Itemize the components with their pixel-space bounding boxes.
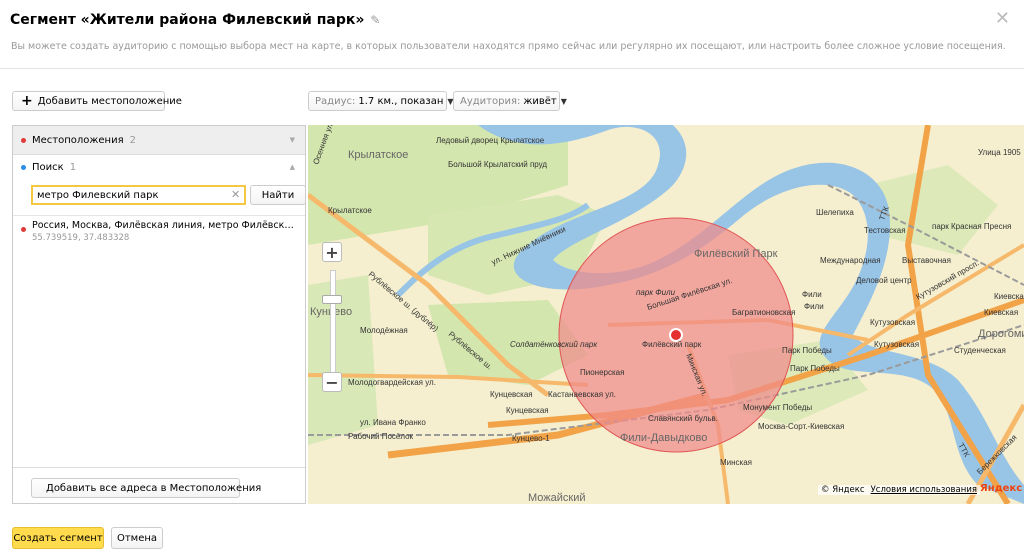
map-label: парк Красная Пресня — [932, 222, 1011, 231]
search-count: 1 — [69, 161, 77, 173]
red-dot-icon — [21, 227, 26, 232]
divider — [0, 68, 1024, 69]
close-icon[interactable]: ✕ — [995, 8, 1010, 29]
map-label: Ледовый дворец Крылатское — [436, 136, 545, 145]
zoom-in-button[interactable]: + — [322, 242, 342, 262]
map-label: Кутузовская — [874, 340, 919, 349]
map-copyright: © Яндекс Условия использования — [818, 485, 980, 495]
collapse-up-icon[interactable]: ▲ — [290, 163, 295, 171]
map-label: Кутузовская — [870, 318, 915, 327]
map-label: Парк Победы — [790, 364, 840, 373]
map-label: Крылатское — [328, 206, 372, 215]
add-location-button[interactable]: + Добавить местоположение — [12, 91, 182, 111]
chevron-down-icon: ▼ — [560, 96, 567, 106]
locations-panel: Местоположения 2 ▼ Поиск 1 ▲ ✕ Найти Рос… — [12, 125, 306, 504]
map-label: Минская — [720, 458, 752, 467]
result-coords: 55.739519, 37.483328 — [32, 233, 130, 243]
yandex-logo: Яндекс — [980, 483, 1023, 494]
map-label: ул. Ивана Франко — [360, 418, 426, 427]
map-label: Фили — [804, 302, 824, 311]
map-label: Фили-Давыдково — [620, 432, 707, 444]
locations-label: Местоположения — [32, 134, 124, 146]
map-label: Солдатёнковский парк — [510, 340, 598, 349]
map-label: Кунцевская — [506, 406, 549, 415]
locations-header[interactable]: Местоположения 2 ▼ — [13, 126, 305, 155]
map-label: Шелепиха — [816, 208, 854, 217]
clear-icon[interactable]: ✕ — [231, 188, 240, 201]
create-segment-button[interactable]: Создать сегмент — [12, 527, 104, 549]
pencil-icon[interactable]: ✎ — [370, 13, 380, 27]
map-label: Улица 1905 — [978, 148, 1021, 157]
divider — [13, 467, 305, 468]
map-label: Фили — [802, 290, 822, 299]
locations-count: 2 — [129, 134, 136, 146]
map-label: Рабочий Посёлок — [348, 432, 414, 441]
result-address: Россия, Москва, Филёвская линия, метро Ф… — [32, 220, 294, 231]
cancel-button[interactable]: Отмена — [111, 527, 163, 549]
zoom-out-button[interactable]: − — [322, 372, 342, 392]
search-input[interactable] — [31, 185, 246, 205]
map-label: Парк Победы — [782, 346, 832, 355]
page-subtitle: Вы можете создать аудиторию с помощью вы… — [11, 41, 1006, 52]
map-label: Можайский — [528, 492, 586, 504]
zoom-slider-track[interactable] — [330, 270, 336, 377]
map-label: Филёвский парк — [642, 340, 702, 349]
add-location-label: Добавить местоположение — [37, 95, 182, 107]
map-label: Крылатское — [348, 149, 408, 161]
search-row: ✕ Найти — [31, 185, 307, 207]
terms-link[interactable]: Условия использования — [871, 485, 977, 495]
radius-label: Радиус: — [315, 95, 356, 107]
map-label: Киевская — [994, 292, 1024, 301]
search-header[interactable]: Поиск 1 ▲ — [13, 155, 305, 179]
segment-title-text: Сегмент «Жители района Филевский парк» — [10, 12, 365, 28]
map-label: Международная — [820, 256, 881, 265]
map-label: Тестовская — [864, 226, 906, 235]
map-canvas[interactable]: Крылатское Крылатское Ледовый дворец Кры… — [308, 125, 1024, 504]
map-label: Багратионовская — [732, 308, 795, 317]
plus-icon: + — [21, 93, 33, 109]
audience-value: живёт — [523, 95, 557, 107]
search-result-item[interactable]: Россия, Москва, Филёвская линия, метро Ф… — [13, 220, 305, 243]
radius-select[interactable]: Радиус: 1.7 км., показан ▼ — [308, 91, 454, 111]
page-title: Сегмент «Жители района Филевский парк» ✎ — [10, 12, 380, 28]
audience-select[interactable]: Аудитория: живёт ▼ — [453, 91, 567, 111]
map-label: Большой Крылатский пруд — [448, 160, 547, 169]
map-label: Молодёжная — [360, 326, 408, 335]
red-dot-icon — [21, 137, 26, 143]
collapse-down-icon[interactable]: ▼ — [290, 136, 295, 144]
map-label: Выставочная — [902, 256, 951, 265]
map-label: Славянский бульв. — [648, 414, 718, 423]
add-all-label: Добавить все адреса в Местоположения — [46, 482, 262, 494]
map-label: Киевская — [984, 308, 1018, 317]
zoom-slider-handle[interactable] — [322, 295, 342, 304]
map-label: Кунцево-1 — [512, 434, 550, 443]
audience-label: Аудитория: — [460, 95, 521, 107]
map-label: Пионерская — [580, 368, 624, 377]
find-button[interactable]: Найти — [250, 185, 306, 205]
map-label: Кунцевская — [490, 390, 533, 399]
blue-dot-icon — [21, 164, 26, 170]
map-label: Кастанаевская ул. — [548, 390, 616, 399]
map[interactable]: Крылатское Крылатское Ледовый дворец Кры… — [308, 125, 1024, 504]
map-label: Студенческая — [954, 346, 1006, 355]
map-label: Молодогвардейская ул. — [348, 378, 436, 387]
divider — [13, 215, 305, 216]
radius-value: 1.7 км., показан — [358, 95, 444, 107]
map-label: Москва-Сорт.-Киевская — [758, 422, 844, 431]
copyright-text: © Яндекс — [821, 485, 865, 495]
map-label: Деловой центр — [856, 276, 912, 285]
add-all-addresses-button[interactable]: Добавить все адреса в Местоположения — [31, 478, 261, 498]
search-label: Поиск — [32, 161, 64, 173]
map-label: Монумент Победы — [743, 403, 812, 412]
map-label: Филёвский Парк — [694, 248, 778, 260]
map-label: Дорогомилово — [978, 328, 1024, 340]
